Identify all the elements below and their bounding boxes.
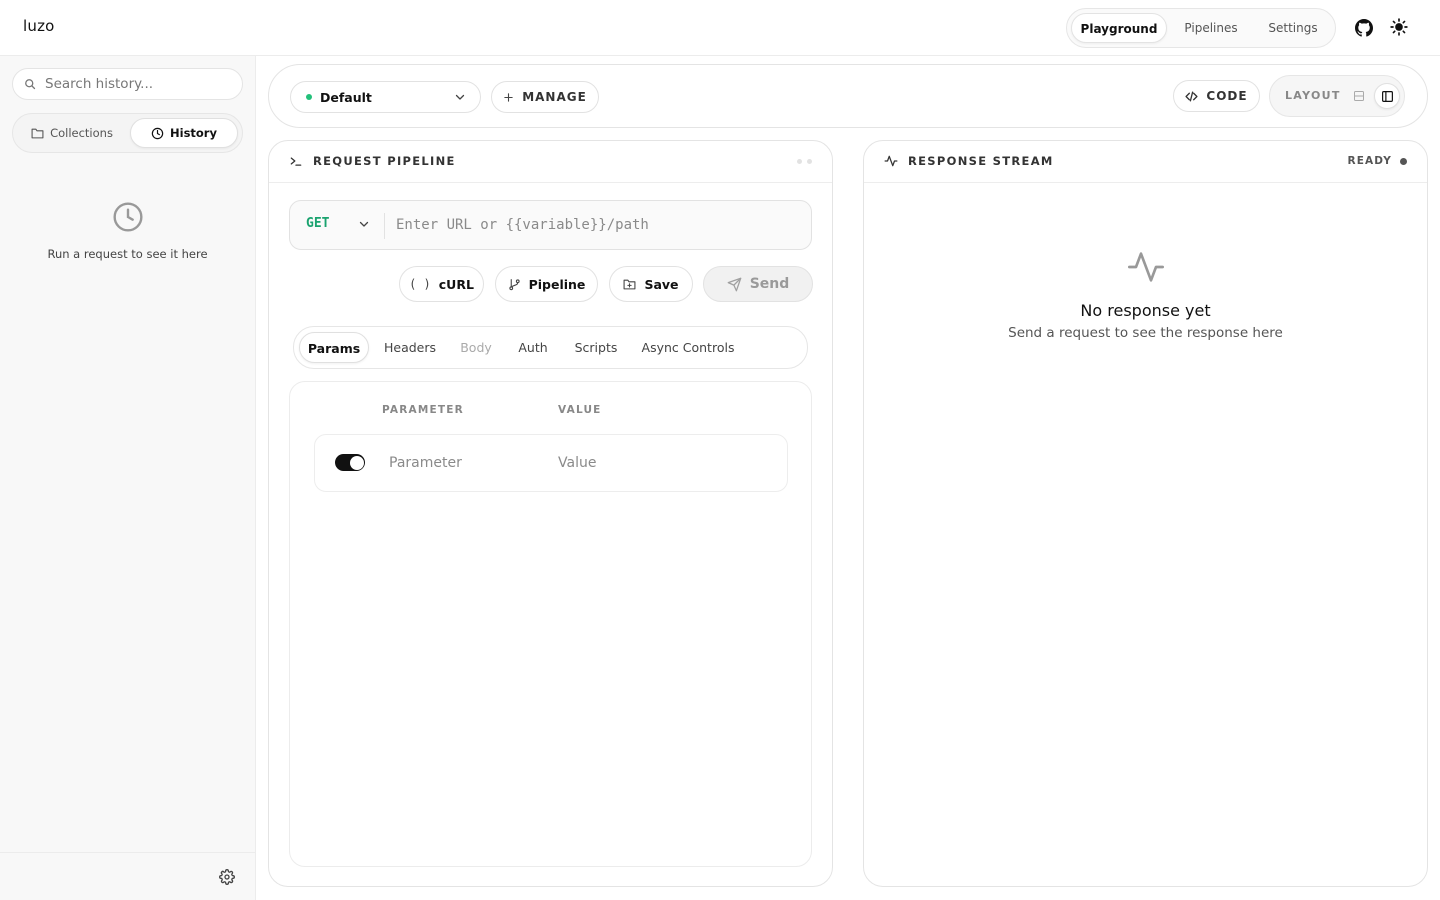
curl-label: cURL [438,276,474,292]
plus-icon [503,92,514,103]
history-empty-text: Run a request to see it here [47,247,208,261]
layout-label: LAYOUT [1285,89,1341,102]
clock-icon [112,201,144,237]
save-label: Save [644,276,679,292]
request-tabs: Params Headers Body Auth Scripts Async C… [293,326,808,369]
response-empty-subtitle: Send a request to see the response here [1008,325,1283,341]
search-input[interactable] [45,69,235,99]
sidebar: Collections History Run a request to see… [0,56,256,900]
response-empty-state: No response yet Send a request to see th… [864,247,1427,341]
github-icon[interactable] [1353,17,1375,39]
sidebar-tabs: Collections History [12,113,243,153]
layout-split-button[interactable] [1374,83,1400,109]
manage-button[interactable]: MANAGE [491,81,599,113]
environment-label: Default [320,89,372,105]
search-icon [24,78,36,94]
manage-label: MANAGE [522,90,587,104]
save-button[interactable]: Save [609,266,693,302]
request-panel-header: REQUEST PIPELINE [269,141,832,183]
chevron-down-icon [454,91,466,107]
tab-auth[interactable]: Auth [509,332,557,363]
response-empty-title: No response yet [1080,301,1211,320]
code-icon [1185,90,1198,103]
params-table: PARAMETER VALUE [289,381,812,867]
activity-icon [1126,247,1166,291]
param-enabled-toggle[interactable] [335,454,365,471]
parentheses-icon: ( ) [409,277,431,291]
tab-body[interactable]: Body [451,332,501,363]
response-panel: RESPONSE STREAM READY No response yet Se… [863,140,1428,887]
tab-headers[interactable]: Headers [377,332,443,363]
activity-icon [884,154,898,172]
request-panel-title: REQUEST PIPELINE [313,154,456,168]
code-button[interactable]: CODE [1173,80,1260,112]
top-bar: luzo Playground Pipelines Settings [0,0,1440,56]
nav-playground[interactable]: Playground [1071,13,1167,43]
pipeline-label: Pipeline [528,276,586,292]
layout-switcher: LAYOUT [1269,75,1405,117]
clock-icon [151,127,164,140]
param-value-input[interactable] [558,447,768,479]
folder-icon [31,127,44,139]
sidebar-footer [0,852,255,900]
tab-async-controls[interactable]: Async Controls [635,332,741,363]
pipeline-button[interactable]: Pipeline [495,266,598,302]
main-toolbar: Default MANAGE CODE LAYOUT [268,64,1428,128]
param-key-input[interactable] [389,447,539,479]
chevron-down-icon[interactable] [358,218,370,234]
tab-scripts[interactable]: Scripts [565,332,627,363]
response-status: READY [1348,155,1407,167]
url-input[interactable] [396,201,801,249]
tab-history[interactable]: History [130,118,238,148]
url-divider [384,213,385,239]
send-label: Send [749,276,790,292]
git-branch-icon [508,278,521,291]
response-panel-title: RESPONSE STREAM [908,154,1054,168]
response-status-label: READY [1347,155,1392,167]
method-select[interactable]: GET [306,216,329,231]
terminal-icon [289,154,303,172]
history-search [12,68,243,100]
url-bar: GET [289,200,812,250]
main-nav: Playground Pipelines Settings [1066,8,1336,48]
nav-settings[interactable]: Settings [1255,13,1331,43]
tab-collections-label: Collections [50,126,113,140]
tab-history-label: History [170,126,217,140]
tab-params[interactable]: Params [299,332,369,363]
send-button[interactable]: Send [703,266,813,302]
folder-plus-icon [623,278,636,290]
environment-status-dot [306,94,312,100]
nav-pipelines[interactable]: Pipelines [1171,13,1251,43]
history-empty-state: Run a request to see it here [0,201,255,261]
response-panel-header: RESPONSE STREAM READY [864,141,1427,183]
curl-button[interactable]: ( ) cURL [399,266,484,302]
environment-select[interactable]: Default [290,81,481,113]
rows-layout-icon [1353,90,1365,102]
column-header-value: VALUE [558,404,602,416]
tab-collections[interactable]: Collections [17,118,127,148]
table-row [314,434,788,492]
send-icon [727,277,742,292]
request-panel: REQUEST PIPELINE GET ( ) cURL Pipeline S… [268,140,833,887]
gear-icon[interactable] [219,869,235,885]
columns-layout-icon [1381,90,1394,103]
layout-stacked-button[interactable] [1346,83,1372,109]
drag-handle-dots[interactable] [797,159,812,164]
app-logo[interactable]: luzo [23,17,55,35]
theme-toggle-sun-icon[interactable] [1388,16,1410,38]
column-header-parameter: PARAMETER [382,404,464,416]
status-dot [1400,157,1407,165]
code-label: CODE [1206,89,1248,103]
